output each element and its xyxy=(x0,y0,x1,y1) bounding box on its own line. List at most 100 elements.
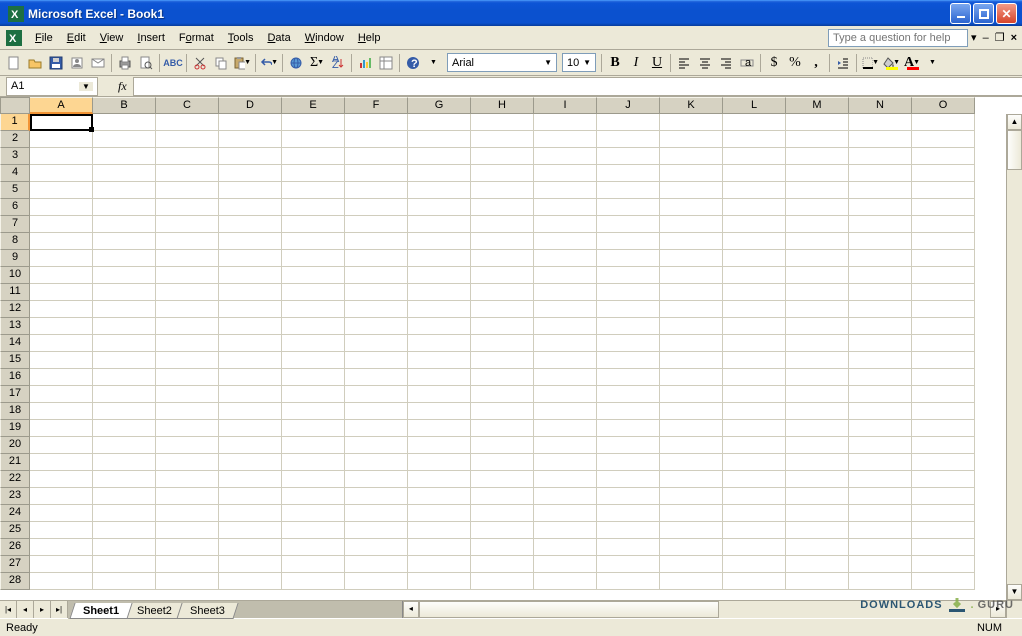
cell-C21[interactable] xyxy=(156,454,219,471)
cell-L3[interactable] xyxy=(723,148,786,165)
cell-M21[interactable] xyxy=(786,454,849,471)
cell-M26[interactable] xyxy=(786,539,849,556)
workbook-minimize-button[interactable]: – xyxy=(980,32,992,44)
cell-E4[interactable] xyxy=(282,165,345,182)
cell-G6[interactable] xyxy=(408,199,471,216)
cell-H5[interactable] xyxy=(471,182,534,199)
cell-O21[interactable] xyxy=(912,454,975,471)
cell-L17[interactable] xyxy=(723,386,786,403)
cell-H6[interactable] xyxy=(471,199,534,216)
cell-N10[interactable] xyxy=(849,267,912,284)
cell-I20[interactable] xyxy=(534,437,597,454)
cell-B12[interactable] xyxy=(93,301,156,318)
cell-F18[interactable] xyxy=(345,403,408,420)
cell-C5[interactable] xyxy=(156,182,219,199)
cell-J9[interactable] xyxy=(597,250,660,267)
cell-D22[interactable] xyxy=(219,471,282,488)
cell-H2[interactable] xyxy=(471,131,534,148)
cell-G16[interactable] xyxy=(408,369,471,386)
cell-E16[interactable] xyxy=(282,369,345,386)
cell-D14[interactable] xyxy=(219,335,282,352)
cell-D12[interactable] xyxy=(219,301,282,318)
column-header-J[interactable]: J xyxy=(597,97,660,114)
scroll-thumb-horizontal[interactable] xyxy=(419,601,719,618)
cell-I15[interactable] xyxy=(534,352,597,369)
cell-M1[interactable] xyxy=(786,114,849,131)
menu-insert[interactable]: Insert xyxy=(130,29,172,47)
cell-F19[interactable] xyxy=(345,420,408,437)
cell-O10[interactable] xyxy=(912,267,975,284)
cell-E8[interactable] xyxy=(282,233,345,250)
cell-A17[interactable] xyxy=(30,386,93,403)
cell-J17[interactable] xyxy=(597,386,660,403)
cell-E12[interactable] xyxy=(282,301,345,318)
sheet-tab-sheet3[interactable]: Sheet3 xyxy=(176,603,238,619)
cell-M11[interactable] xyxy=(786,284,849,301)
cell-C28[interactable] xyxy=(156,573,219,590)
cell-I8[interactable] xyxy=(534,233,597,250)
cell-E9[interactable] xyxy=(282,250,345,267)
cell-N23[interactable] xyxy=(849,488,912,505)
underline-button[interactable]: U xyxy=(647,53,667,73)
row-header-22[interactable]: 22 xyxy=(0,471,30,488)
cell-L6[interactable] xyxy=(723,199,786,216)
cell-F3[interactable] xyxy=(345,148,408,165)
cell-A19[interactable] xyxy=(30,420,93,437)
cell-C27[interactable] xyxy=(156,556,219,573)
cell-C6[interactable] xyxy=(156,199,219,216)
sheet-tab-sheet1[interactable]: Sheet1 xyxy=(69,603,132,619)
cell-M28[interactable] xyxy=(786,573,849,590)
vertical-scrollbar[interactable]: ▲ ▼ xyxy=(1006,114,1022,600)
cell-N14[interactable] xyxy=(849,335,912,352)
cell-O8[interactable] xyxy=(912,233,975,250)
row-header-18[interactable]: 18 xyxy=(0,403,30,420)
cell-G8[interactable] xyxy=(408,233,471,250)
cell-A3[interactable] xyxy=(30,148,93,165)
cell-B3[interactable] xyxy=(93,148,156,165)
cell-L15[interactable] xyxy=(723,352,786,369)
cell-N4[interactable] xyxy=(849,165,912,182)
cell-C23[interactable] xyxy=(156,488,219,505)
cell-K21[interactable] xyxy=(660,454,723,471)
cell-J3[interactable] xyxy=(597,148,660,165)
cell-K2[interactable] xyxy=(660,131,723,148)
cell-O19[interactable] xyxy=(912,420,975,437)
cell-J12[interactable] xyxy=(597,301,660,318)
cell-K24[interactable] xyxy=(660,505,723,522)
cell-M27[interactable] xyxy=(786,556,849,573)
cell-F6[interactable] xyxy=(345,199,408,216)
cell-N27[interactable] xyxy=(849,556,912,573)
scroll-thumb-vertical[interactable] xyxy=(1007,130,1022,170)
cell-G23[interactable] xyxy=(408,488,471,505)
cell-G20[interactable] xyxy=(408,437,471,454)
cell-A6[interactable] xyxy=(30,199,93,216)
help-search-input[interactable] xyxy=(828,29,968,47)
cut-button[interactable] xyxy=(190,53,210,73)
row-header-10[interactable]: 10 xyxy=(0,267,30,284)
pivottable-button[interactable] xyxy=(376,53,396,73)
cell-A7[interactable] xyxy=(30,216,93,233)
row-header-7[interactable]: 7 xyxy=(0,216,30,233)
cell-O13[interactable] xyxy=(912,318,975,335)
column-header-E[interactable]: E xyxy=(282,97,345,114)
cell-I26[interactable] xyxy=(534,539,597,556)
cell-C3[interactable] xyxy=(156,148,219,165)
bold-button[interactable]: B xyxy=(605,53,625,73)
cell-E19[interactable] xyxy=(282,420,345,437)
cell-H10[interactable] xyxy=(471,267,534,284)
cell-N24[interactable] xyxy=(849,505,912,522)
cell-J21[interactable] xyxy=(597,454,660,471)
cell-K28[interactable] xyxy=(660,573,723,590)
row-header-20[interactable]: 20 xyxy=(0,437,30,454)
cell-G4[interactable] xyxy=(408,165,471,182)
cell-I16[interactable] xyxy=(534,369,597,386)
cell-H11[interactable] xyxy=(471,284,534,301)
cell-H15[interactable] xyxy=(471,352,534,369)
cell-H1[interactable] xyxy=(471,114,534,131)
cell-D19[interactable] xyxy=(219,420,282,437)
cell-F16[interactable] xyxy=(345,369,408,386)
cell-E11[interactable] xyxy=(282,284,345,301)
cell-K20[interactable] xyxy=(660,437,723,454)
cell-D24[interactable] xyxy=(219,505,282,522)
cell-M4[interactable] xyxy=(786,165,849,182)
